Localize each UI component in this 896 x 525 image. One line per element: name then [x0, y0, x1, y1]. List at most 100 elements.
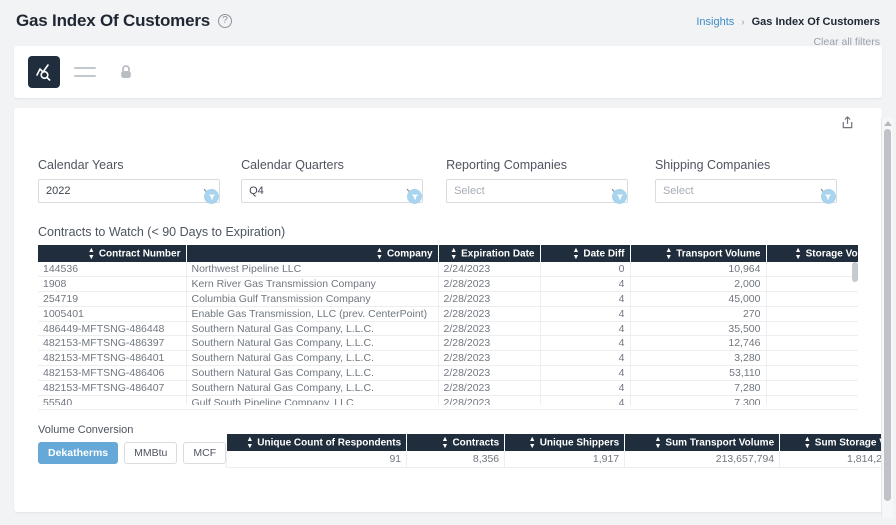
cell-date-diff: 4	[540, 306, 631, 322]
volume-unit-mcf[interactable]: MCF	[183, 442, 227, 464]
cell-company: Southern Natural Gas Company, L.L.C.	[186, 321, 439, 337]
chart-explore-icon[interactable]	[28, 56, 60, 88]
contracts-grid-scrollbar[interactable]	[852, 262, 858, 282]
calendar-quarters-select[interactable]: Q4	[241, 179, 424, 203]
cell-company: Columbia Gulf Transmission Company	[186, 291, 439, 307]
clear-all-filters-link[interactable]: Clear all filters	[813, 36, 880, 48]
col-label: Unique Shippers	[539, 437, 620, 449]
table-row[interactable]: 1005401 Enable Gas Transmission, LLC (pre…	[38, 306, 858, 322]
cell-expiration-date: 2/28/2023	[438, 335, 541, 352]
page-scrollbar-thumb[interactable]	[884, 129, 891, 501]
cell-contract-number: 1005401	[38, 306, 187, 322]
filter-bar: Calendar Years 2022 Calendar Quarters Q4	[38, 158, 858, 204]
filter-funnel-icon[interactable]	[407, 189, 423, 204]
reporting-companies-select[interactable]: Select	[446, 179, 629, 203]
shipping-companies-select[interactable]: Select	[654, 179, 837, 203]
cell-expiration-date: 2/28/2023	[438, 306, 541, 322]
filter-reporting-companies: Reporting Companies Select	[446, 158, 655, 204]
contracts-grid-scroll[interactable]: ▲ ▼ Contract Number ▲ ▼ Company ▲ ▼ Expiration…	[38, 245, 858, 405]
cell-company: Gulf South Pipeline Company, LLC	[186, 395, 439, 405]
volume-unit-mmbtu[interactable]: MMBtu	[124, 442, 178, 464]
question-mark-circle-icon[interactable]: ?	[218, 14, 232, 28]
cell-company: Southern Natural Gas Company, L.L.C.	[186, 350, 439, 367]
col-header-unique-count-of-respondents[interactable]: ▲ ▼ Unique Count of Respondents	[226, 434, 408, 451]
cell-date-diff: 4	[540, 395, 631, 405]
filter-funnel-icon[interactable]	[820, 189, 836, 204]
card-actions	[14, 108, 882, 142]
col-header-date-diff[interactable]: ▲ ▼ Date Diff	[540, 245, 631, 262]
cell-storage-volume: 0	[766, 380, 858, 396]
table-row[interactable]: 482153-MFTSNG-486401 Southern Natural Gas…	[38, 350, 858, 367]
table-row[interactable]: 486449-MFTSNG-486448 Southern Natural Gas…	[38, 321, 858, 337]
export-upload-icon[interactable]	[837, 112, 858, 138]
cell-company: Southern Natural Gas Company, L.L.C.	[186, 335, 439, 352]
col-header-company[interactable]: ▲ ▼ Company	[186, 245, 439, 262]
sort-icon: ▲ ▼	[803, 435, 811, 450]
cell-date-diff: 4	[540, 291, 631, 307]
summary-cell-sum-transport-volume: 213,657,794	[624, 451, 781, 468]
cell-contract-number: 486449-MFTSNG-486448	[38, 321, 187, 337]
scroll-up-arrow-icon[interactable]	[883, 121, 892, 126]
lock-icon[interactable]	[110, 56, 142, 88]
filter-label: Reporting Companies	[446, 158, 567, 172]
filter-funnel-icon[interactable]	[204, 189, 219, 204]
cell-storage-volume: 0	[766, 365, 858, 381]
cell-storage-volume: 0	[766, 335, 858, 352]
summary-cell-respondents: 91	[226, 451, 408, 468]
sort-icon: ▲ ▼	[665, 246, 673, 261]
cell-transport-volume: 53,110	[630, 365, 767, 381]
filter-funnel-icon[interactable]	[612, 189, 628, 204]
cell-date-diff: 4	[540, 321, 631, 337]
sort-icon: ▲ ▼	[572, 246, 580, 261]
table-row[interactable]: 1908 Kern River Gas Transmission Company 2…	[38, 276, 858, 293]
col-header-transport-volume[interactable]: ▲ ▼ Transport Volume	[630, 245, 767, 262]
breadcrumb-link-insights[interactable]: Insights	[696, 16, 734, 28]
cell-storage-volume: 0	[766, 276, 858, 293]
cell-expiration-date: 2/28/2023	[438, 365, 541, 381]
contracts-table-title: Contracts to Watch (< 90 Days to Expirat…	[38, 225, 286, 239]
col-header-expiration-date[interactable]: ▲ ▼ Expiration Date	[438, 245, 541, 262]
cell-transport-volume: 7,280	[630, 380, 767, 396]
table-row[interactable]: 482153-MFTSNG-486397 Southern Natural Gas…	[38, 335, 858, 352]
sort-icon: ▲ ▼	[794, 246, 802, 261]
table-row[interactable]: 482153-MFTSNG-486406 Southern Natural Gas…	[38, 365, 858, 381]
col-header-sum-transport-volume[interactable]: ▲ ▼ Sum Transport Volume	[624, 434, 781, 451]
cell-transport-volume: 270	[630, 306, 767, 322]
filter-shipping-companies: Shipping Companies Select	[654, 158, 858, 204]
col-label: Unique Count of Respondents	[257, 437, 402, 449]
calendar-years-select[interactable]: 2022	[38, 179, 220, 203]
summary-table-head: ▲ ▼ Unique Count of Respondents ▲ ▼ Contract…	[226, 434, 882, 451]
list-line-2	[74, 75, 96, 77]
table-row[interactable]: 55540 Gulf South Pipeline Company, LLC 2/2…	[38, 395, 858, 405]
volume-unit-dekatherms[interactable]: Dekatherms	[38, 442, 119, 464]
col-header-contracts[interactable]: ▲ ▼ Contracts	[406, 434, 506, 451]
filter-label: Shipping Companies	[654, 158, 771, 172]
sort-icon: ▲ ▼	[87, 246, 95, 261]
cell-contract-number: 482153-MFTSNG-486397	[38, 335, 187, 352]
col-header-sum-storage-volume[interactable]: ▲▼Sum Storage Volume	[779, 434, 882, 451]
col-label: Transport Volume	[676, 248, 761, 260]
table-row[interactable]: 144536 Northwest Pipeline LLC 2/24/2023 0 10…	[38, 262, 858, 278]
col-label: Contracts	[452, 437, 500, 449]
table-row[interactable]: 482153-MFTSNG-486407 Southern Natural Gas…	[38, 380, 858, 396]
col-header-storage-volume[interactable]: ▲▼Storage Volume	[766, 245, 858, 262]
cell-storage-volume: 0	[766, 291, 858, 307]
page-scrollbar[interactable]	[881, 118, 893, 518]
cell-transport-volume: 10,964	[630, 262, 767, 278]
cell-date-diff: 4	[540, 350, 631, 367]
col-header-unique-shippers[interactable]: ▲ ▼ Unique Shippers	[504, 434, 626, 451]
section-divider	[38, 409, 858, 410]
col-header-contract-number[interactable]: ▲ ▼ Contract Number	[38, 245, 187, 262]
table-row[interactable]: 254719 Columbia Gulf Transmission Company…	[38, 291, 858, 307]
sort-icon: ▲ ▼	[441, 435, 449, 450]
page-header: Gas Index Of Customers ? Insights › Gas …	[0, 0, 896, 48]
cell-company: Kern River Gas Transmission Company	[186, 276, 439, 293]
cell-expiration-date: 2/28/2023	[438, 395, 541, 405]
cell-transport-volume: 7,300	[630, 395, 767, 405]
cell-company: Enable Gas Transmission, LLC (prev. Cent…	[186, 306, 439, 322]
cell-contract-number: 55540	[38, 395, 187, 405]
list-line-1	[74, 67, 96, 69]
breadcrumb-current: Gas Index Of Customers	[751, 16, 880, 28]
cell-contract-number: 144536	[38, 262, 187, 278]
list-view-icon[interactable]	[74, 67, 96, 77]
